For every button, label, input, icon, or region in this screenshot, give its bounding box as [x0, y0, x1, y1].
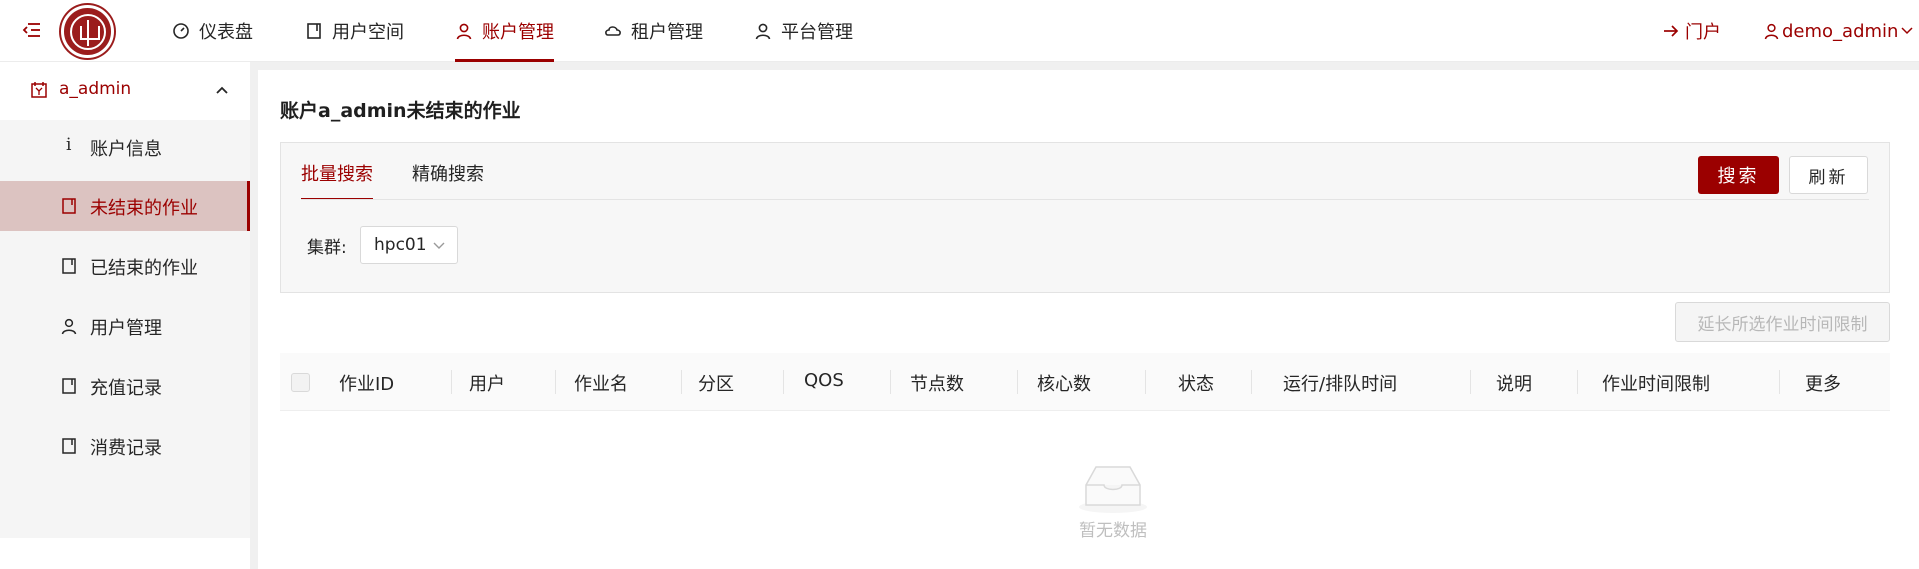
book-icon	[62, 378, 76, 394]
username: demo_admin	[1782, 20, 1899, 42]
cluster-select[interactable]: hpc01	[360, 226, 458, 264]
book-icon	[307, 23, 321, 39]
nav-label: 用户空间	[332, 22, 404, 43]
column-header[interactable]: 说明	[1496, 370, 1532, 396]
sidebar-item-label: 未结束的作业	[90, 198, 198, 219]
column-divider	[451, 370, 452, 394]
sidebar-item-label: 消费记录	[90, 438, 162, 459]
tabs-divider	[301, 199, 1869, 200]
cloud-icon	[605, 26, 621, 36]
column-header[interactable]: 节点数	[910, 370, 964, 396]
column-header[interactable]: 作业时间限制	[1602, 370, 1710, 396]
user-icon	[61, 318, 77, 335]
search-filter-panel: 批量搜索 精确搜索 搜索 刷新 集群: hpc01	[280, 142, 1890, 293]
jobs-table-header: 作业ID 用户 作业名 分区 QOS 节点数 核心数 状态 运行/排队时间 说明…	[280, 353, 1890, 411]
page-title: 账户a_admin未结束的作业	[280, 100, 521, 122]
sidebar-group-a-admin[interactable]: a_admin	[0, 62, 250, 120]
book-icon	[62, 198, 76, 214]
select-all-checkbox[interactable]	[291, 373, 310, 392]
sidebar: a_admin i 账户信息 未结束的作业 已结束的作业 用户管理 充值记录 消…	[0, 62, 250, 569]
column-divider	[681, 370, 682, 394]
user-menu[interactable]: demo_admin	[1764, 0, 1913, 62]
cluster-label: 集群:	[307, 238, 347, 258]
column-divider	[1251, 370, 1252, 394]
dashboard-icon	[173, 23, 189, 39]
portal-link[interactable]: 门户	[1663, 0, 1721, 62]
nav-account-management[interactable]: 账户管理	[455, 0, 554, 62]
sidebar-item-recharge-records[interactable]: 充值记录	[0, 361, 250, 411]
column-header[interactable]: 分区	[698, 370, 734, 396]
nav-platform-management[interactable]: 平台管理	[754, 0, 853, 62]
column-divider	[1017, 370, 1018, 394]
chevron-down-icon	[433, 242, 445, 249]
column-header[interactable]: QOS	[804, 370, 844, 391]
column-divider	[1145, 370, 1146, 394]
sidebar-item-consumption-records[interactable]: 消费记录	[0, 421, 250, 471]
user-icon	[456, 23, 472, 40]
sidebar-item-label: 用户管理	[90, 318, 162, 339]
nav-label: 平台管理	[781, 22, 853, 43]
arrow-right-icon	[1664, 25, 1679, 37]
portal-label: 门户	[1685, 22, 1721, 43]
nav-dashboard[interactable]: 仪表盘	[172, 0, 253, 62]
top-header: 仪表盘 用户空间 账户管理 租户管理 平台管理 门户 demo_admin	[0, 0, 1919, 62]
nav-label: 租户管理	[631, 22, 703, 43]
cluster-value: hpc01	[374, 235, 427, 255]
university-logo[interactable]	[61, 5, 114, 58]
chevron-down-icon	[1901, 27, 1913, 35]
user-icon	[755, 23, 771, 40]
column-divider	[1779, 370, 1780, 394]
book-icon	[62, 258, 76, 274]
column-divider	[555, 370, 556, 394]
nav-tenant-management[interactable]: 租户管理	[604, 0, 703, 62]
sidebar-submenu: i 账户信息 未结束的作业 已结束的作业 用户管理 充值记录 消费记录	[0, 120, 250, 538]
info-icon: i	[66, 135, 72, 155]
chevron-up-icon	[216, 86, 228, 94]
sidebar-item-running-jobs[interactable]: 未结束的作业	[0, 181, 250, 231]
empty-text: 暂无数据	[1079, 521, 1147, 541]
tab-exact-search[interactable]: 精确搜索	[412, 160, 484, 200]
sidebar-item-account-info[interactable]: i 账户信息	[0, 122, 250, 172]
column-header[interactable]: 运行/排队时间	[1283, 370, 1397, 396]
sidebar-item-label: 已结束的作业	[90, 258, 198, 279]
column-header[interactable]: 用户	[469, 370, 505, 396]
sidebar-group-label: a_admin	[59, 79, 132, 99]
nav-user-space[interactable]: 用户空间	[305, 0, 404, 62]
menu-fold-icon[interactable]	[22, 20, 42, 40]
nav-label: 仪表盘	[199, 22, 253, 43]
main-content: 账户a_admin未结束的作业 批量搜索 精确搜索 搜索 刷新 集群: hpc0…	[258, 70, 1919, 569]
column-divider	[1470, 370, 1471, 394]
book-icon	[62, 438, 76, 454]
tab-batch-search[interactable]: 批量搜索	[301, 160, 373, 200]
column-header[interactable]: 更多	[1805, 370, 1841, 396]
user-icon	[1764, 23, 1779, 39]
sidebar-item-label: 充值记录	[90, 378, 162, 399]
search-button[interactable]: 搜索	[1698, 156, 1779, 194]
column-header[interactable]: 作业名	[574, 370, 628, 396]
column-divider	[783, 370, 784, 394]
column-header[interactable]: 状态	[1178, 370, 1214, 396]
account-book-icon	[31, 82, 47, 98]
empty-state: 暂无数据	[1048, 455, 1178, 541]
nav-label: 账户管理	[482, 22, 554, 43]
extend-time-limit-button[interactable]: 延长所选作业时间限制	[1675, 302, 1890, 342]
sidebar-item-label: 账户信息	[90, 139, 162, 160]
sidebar-item-user-management[interactable]: 用户管理	[0, 301, 250, 351]
column-divider	[890, 370, 891, 394]
empty-inbox-icon	[1079, 466, 1147, 513]
refresh-button[interactable]: 刷新	[1789, 156, 1868, 194]
column-divider	[1577, 370, 1578, 394]
sidebar-item-finished-jobs[interactable]: 已结束的作业	[0, 241, 250, 291]
column-header[interactable]: 作业ID	[339, 370, 394, 396]
column-header[interactable]: 核心数	[1037, 370, 1091, 396]
